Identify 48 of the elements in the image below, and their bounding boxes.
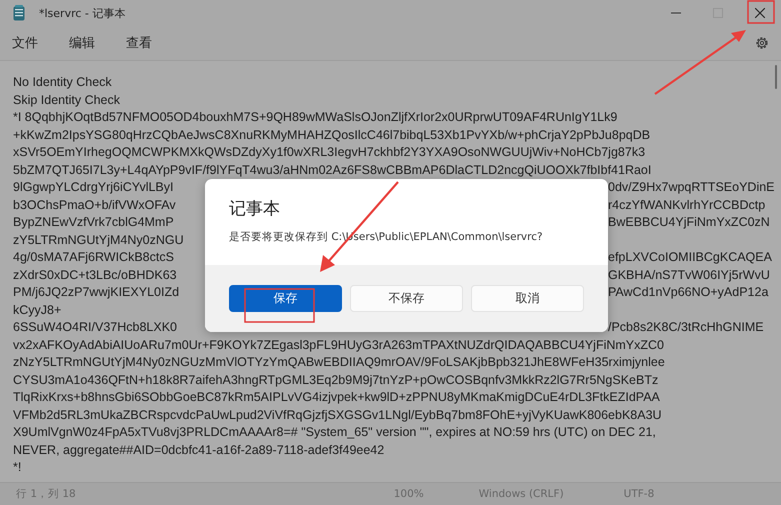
text-line: 9lGgwpYLCdrgYrj6iCYvlLByI — [13, 180, 174, 194]
scrollbar[interactable] — [775, 65, 777, 89]
notepad-icon — [13, 5, 25, 21]
window-title: *lservrc - 记事本 — [39, 6, 126, 20]
text-line: *I 8QqbhjKOqtBd57NFMO05OD4bouxhM7S+9QH89wMWaSlsOJonZljfXrIor2x0URprwUT09AF4RUnIgY1Lk9 — [13, 110, 618, 124]
text-line: kCyyJ8+ — [13, 302, 62, 316]
line-ending: Windows (CRLF) — [478, 488, 564, 500]
text-line: NEVER, aggregate##AID=0dcbfc41-a16f-2a89-7118-adef3f49ee42 — [13, 442, 384, 456]
menu-item[interactable]: 查看 — [118, 30, 160, 56]
text-line: /Pcb8s2K8C/3tRcHhGNIME — [608, 319, 764, 336]
text-line: 0dv/Z9Hx7wpqRTTSEoYDinE — [608, 179, 775, 196]
text-line: CYSU3mA1o436QFtN+h18k8R7aifehA3hngRTpGML3Eq2b9M9j7tnYzP+pOwCOSBqnfv3MkkRz2lG7Rr5NgSKeBTz — [13, 372, 658, 386]
text-line: 4g/0sMA7AFj6RWICkB8ctcS — [13, 250, 174, 264]
encoding: UTF-8 — [624, 488, 654, 500]
zoom-level: 100% — [394, 488, 424, 500]
text-line: GKBHA/nS7TvW06IYj5rWvU — [608, 266, 770, 284]
text-line: Skip Identity Check — [13, 92, 120, 106]
text-line: zNzY5LTRmNGUtYjM4Ny0zNGUzMmVlOTYzYmQABwEBDIIAQ9mrOAV/9FoLSAKjbBpb321JhE8WFeH35rximjynlee — [13, 355, 665, 369]
cursor-position: 行 1，列 18 — [16, 487, 76, 501]
text-line: xSVr5OEmYIrhegOQMCWPKMXkQWsDZdyXy1f0wXRL3IegvH7ckhbf2Y3YXA9OsoNWGUUjWiv+NoHCb7jg87k3 — [13, 145, 646, 159]
close-icon — [755, 8, 765, 18]
text-line: X9UmlVgnW0z4FpA5xTVu8vj3PRLDCmAAAAr8=# "System_65" version "", expires at NO:59 hrs (UTC) on DEC 21, — [13, 425, 656, 439]
text-line: b3OChsPmaO+b/ifVWxOFAv — [13, 198, 176, 212]
text-line: vx2xAFKOyAdAbiAIUoARu7m0Ur+F9KOYk7ZEgasl3pFL9HUyG3rA263mTPAXtNUZdrQIDAQABBCU4YjFiNmYxZC0 — [13, 338, 664, 352]
settings-icon[interactable] — [755, 36, 769, 50]
menu-item[interactable]: 文件 — [4, 30, 46, 56]
text-line: r4czYfWANKvlrhYrCCBDctp — [608, 196, 766, 214]
text-line: 5bZM7QTJ65I7L3y+L4qAYpP9vIF/f9lYFqT4wu3/aHNm02Az6FS8wCBBmAP6DlaCTLD2ncgQiUOOXk7fbIbf41RaoI — [13, 162, 652, 176]
dialog-title: 记事本 — [229, 198, 281, 220]
highlight-box — [244, 288, 315, 323]
dialog-button[interactable]: 不保存 — [350, 285, 463, 312]
highlight-box — [747, 0, 775, 24]
text-line: efpLXVCoIOMIIBCgKCAQEA — [608, 249, 772, 266]
text-line: VFMb2d5RL3mUkaZBCRspcvdcPaUwLpud2ViVfRqGjzfjSXGSGv1LNgl/EybBq7bm8FOhE+yjVyKUawK806ebK8A3U — [13, 408, 662, 422]
text-line: PAwCd1nVp66NO+yAdP12a — [608, 284, 768, 301]
text-line: BypZNEwVzfVrk7cblG4MmP — [13, 215, 174, 229]
text-line: 6SSuW4O4RI/V37Hcb8LXK0 — [13, 320, 177, 334]
text-line: +kKwZm2IpsYSG80qHrzCQbAeJwsC8XnuRKMyMHAHZQosIlcC46l7bibqL53Xb1PvYXb/w+phCrjaY2pPbJu8pqDB — [13, 128, 650, 142]
text-line: zY5LTRmNGUtYjM4Ny0zNGU — [13, 232, 184, 246]
menu-item[interactable]: 编辑 — [61, 30, 103, 56]
text-line: *! — [13, 460, 22, 474]
text-line: No Identity Check — [13, 75, 112, 89]
text-line: TlqRixKrxs+b8hnsGbi6SObbGoeBC87kRm5AIPLvVG4izjvpek+kw9lD+zPPNU8yMKmaKmigDCuE4rDL3FtkEZIdPAA — [13, 390, 660, 404]
text-line: zXdrS0xDC+t3LBc/oBHDK63 — [13, 268, 177, 282]
dialog-button[interactable]: 保存 — [229, 285, 342, 312]
text-line: PM/j6JQ2zP7wwjKIEXYL0IZd — [13, 285, 180, 299]
dialog-button[interactable]: 取消 — [471, 285, 584, 312]
text-line: BwEBBCU4YjFiNmYxZC0zN — [608, 214, 770, 231]
